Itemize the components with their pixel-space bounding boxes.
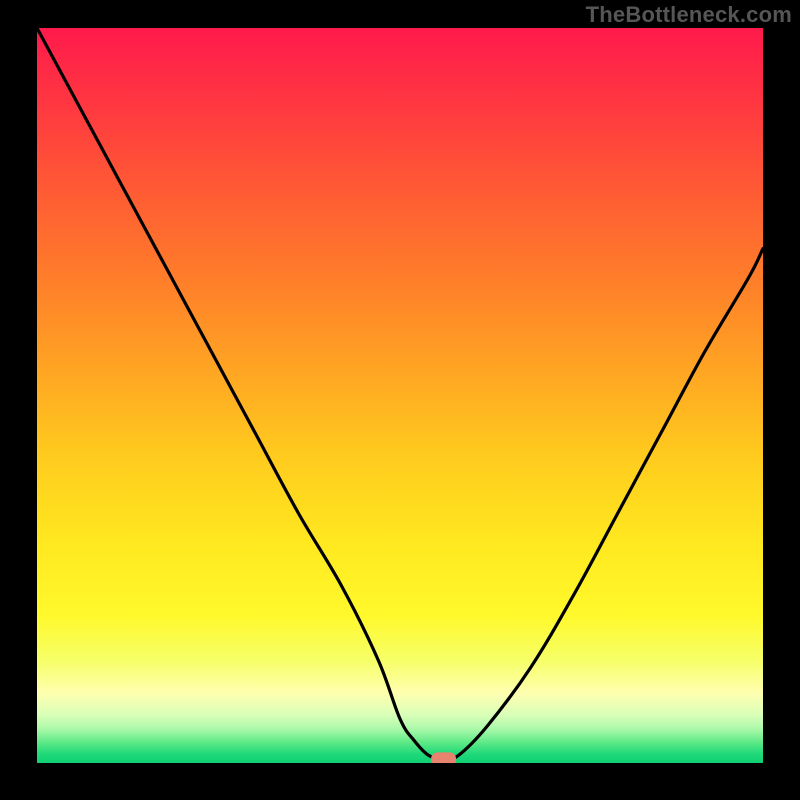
chart-frame: { "watermark": "TheBottleneck.com", "col…	[0, 0, 800, 800]
bottleneck-chart	[0, 0, 800, 800]
optimum-marker	[432, 753, 456, 766]
gradient-background	[37, 28, 763, 763]
